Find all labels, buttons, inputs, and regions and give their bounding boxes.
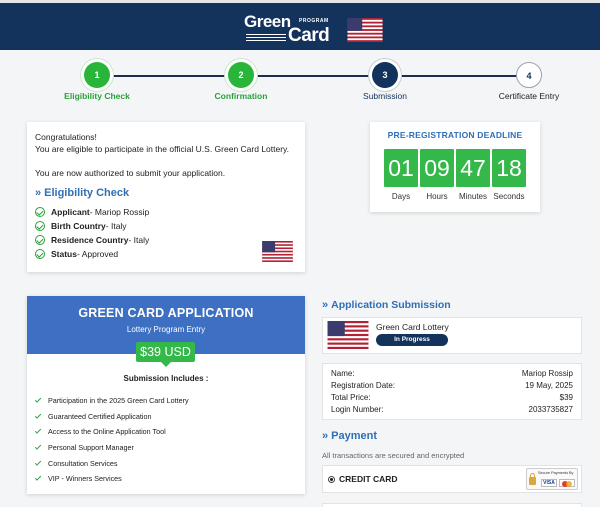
double-chevron-right-icon: » [35,187,42,199]
checkmark-icon [34,412,42,419]
payment-method-label: CREDIT CARD [339,474,398,484]
logo-word-program: PROGRAM [299,18,329,24]
congrats-heading: Congratulations! [35,132,97,142]
submission-details: Name: Mariop Rossip Registration Date: 19 … [322,363,582,420]
application-submission-title: » Application Submission [322,299,451,311]
list-item: Consultation Services [34,455,189,471]
eligibility-check-title: » Eligibility Check [35,187,130,199]
logo-stripes [246,34,286,42]
includes-list: Participation in the 2025 Green Card Lot… [34,393,189,487]
countdown-value: 01 [384,149,418,187]
padlock-icon [529,473,536,485]
list-item: Personal Support Manager [34,440,189,456]
site-header: Green PROGRAM Card [0,0,600,50]
double-chevron-right-icon: » [322,299,329,311]
application-panel: GREEN CARD APPLICATION Lottery Program E… [27,296,305,494]
eligibility-row: Residence Country - Italy [35,233,297,247]
secure-payments-text: Secure Payments By [538,471,574,475]
payment-subtitle: All transactions are secured and encrypt… [322,451,465,460]
check-circle-icon [35,221,45,231]
next-payment-option[interactable] [322,503,582,507]
countdown-unit: Minutes [458,192,487,201]
countdown-unit: Hours [426,192,448,201]
congrats-message: You are eligible to participate in the o… [35,144,290,154]
logo-word-green: Green [244,12,291,31]
step-number: 4 [516,62,542,88]
list-item: VIP - Winners Services [34,471,189,487]
submission-product: Green Card Lottery In Progress [322,317,582,354]
step-number: 1 [84,62,110,88]
progress-stepper: 1 Eligibility Check 2 Confirmation 3 Sub… [0,62,600,107]
countdown-value: 18 [492,149,526,187]
checkmark-icon [34,474,42,481]
detail-row: Login Number: 2033735827 [331,405,573,414]
payment-title: » Payment [322,430,377,442]
detail-row: Total Price: $39 [331,393,573,402]
deadline-countdown: PRE-REGISTRATION DEADLINE 01 Days 09 Hours… [370,122,540,212]
countdown-value: 09 [420,149,454,187]
step-label: Confirmation [214,91,268,101]
step-confirmation: 2 Confirmation [186,62,296,101]
check-circle-icon [35,235,45,245]
step-label: Eligibility Check [64,91,130,101]
list-item: Guaranteed Certified Application [34,409,189,425]
us-flag-icon [262,241,293,262]
double-chevron-right-icon: » [322,430,329,442]
countdown-value: 47 [456,149,490,187]
eligibility-row: Status - Approved [35,247,297,261]
step-label: Certificate Entry [498,91,560,101]
countdown-seconds: 18 Seconds [492,149,526,201]
step-eligibility-check: 1 Eligibility Check [42,62,152,101]
check-circle-icon [35,207,45,217]
credit-card-option[interactable]: CREDIT CARD Secure Payments By VISA [322,465,582,493]
includes-title: Submission Includes : [123,374,209,383]
checkmark-icon [34,427,42,435]
step-label: Submission [363,91,407,101]
detail-row: Name: Mariop Rossip [331,369,573,378]
list-item: Access to the Online Application Tool [34,424,189,440]
us-flag-icon [327,321,369,349]
list-item: Participation in the 2025 Green Card Lot… [34,393,189,409]
application-title: GREEN CARD APPLICATION [78,306,254,320]
visa-icon: VISA [541,479,557,487]
eligibility-card: Congratulations! You are eligible to par… [27,122,305,272]
countdown-unit: Days [391,192,411,201]
step-submission: 3 Submission [330,62,440,101]
authorization-message: You are now authorized to submit your ap… [35,168,226,178]
detail-row: Registration Date: 19 May, 2025 [331,381,573,390]
countdown-minutes: 47 Minutes [456,149,490,201]
countdown-unit: Seconds [493,192,525,201]
us-flag-icon [347,18,383,42]
credit-card-radio[interactable] [328,476,335,483]
secure-payments-badge: Secure Payments By VISA [526,468,578,490]
countdown-days: 01 Days [384,149,418,201]
mastercard-icon [559,479,575,487]
price-badge: $39 USD [136,342,195,367]
green-card-program-logo[interactable]: Green PROGRAM Card [244,12,384,48]
check-circle-icon [35,249,45,259]
application-subtitle: Lottery Program Entry [126,325,206,334]
checkmark-icon [34,396,42,403]
eligibility-row: Birth Country - Italy [35,219,297,233]
product-name: Green Card Lottery [376,322,449,332]
step-certificate-entry: 4 Certificate Entry [474,62,584,101]
status-badge: In Progress [376,334,448,346]
checkmark-icon [34,458,42,466]
countdown-hours: 09 Hours [420,149,454,201]
checkmark-icon [34,443,42,450]
logo-word-card: Card [288,25,330,46]
eligibility-row: Applicant - Mariop Rossip [35,205,297,219]
step-number: 3 [372,62,398,88]
deadline-title: PRE-REGISTRATION DEADLINE [387,130,523,140]
stepper-track [97,75,529,77]
step-number: 2 [228,62,254,88]
